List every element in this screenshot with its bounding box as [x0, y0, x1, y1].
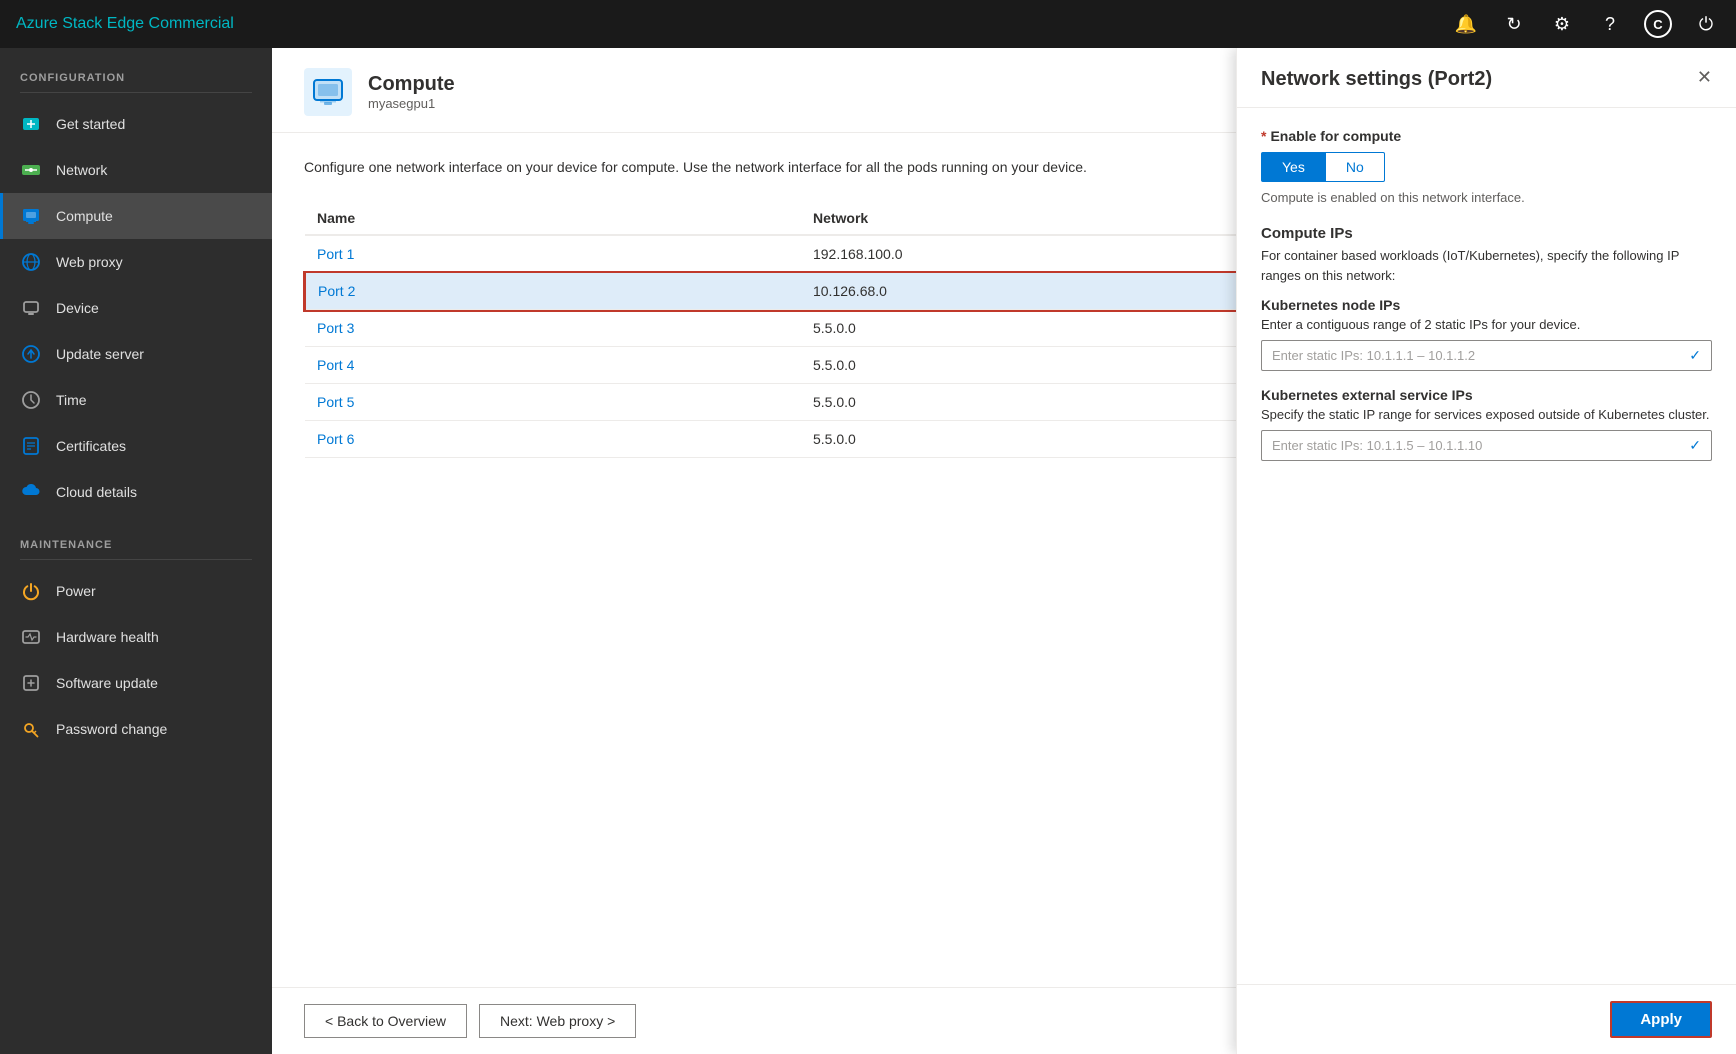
sidebar-item-certificates[interactable]: Certificates — [0, 423, 272, 469]
update-server-icon — [20, 343, 42, 365]
sidebar-item-update-server[interactable]: Update server — [0, 331, 272, 377]
side-panel-header: Network settings (Port2) ✕ — [1237, 48, 1736, 108]
next-web-proxy-button[interactable]: Next: Web proxy > — [479, 1004, 636, 1038]
port-4-name: Port 4 — [305, 347, 801, 384]
app-title: Azure Stack Edge Commercial — [16, 15, 1452, 33]
sidebar-label-web-proxy: Web proxy — [56, 254, 123, 270]
sidebar-item-device[interactable]: Device — [0, 285, 272, 331]
k8s-ext-check: ✓ — [1689, 437, 1701, 454]
k8s-node-title: Kubernetes node IPs — [1261, 297, 1712, 313]
get-started-icon — [20, 113, 42, 135]
side-panel-body: * Enable for compute Yes No Compute is e… — [1237, 108, 1736, 984]
enable-compute-label: * Enable for compute — [1261, 128, 1712, 144]
k8s-ext-input-wrapper[interactable]: Enter static IPs: 10.1.1.5 – 10.1.1.10 ✓ — [1261, 430, 1712, 461]
topbar-icons: 🔔 ↻ ⚙ ? C ⏻ — [1452, 10, 1720, 38]
side-panel-footer: Apply — [1237, 985, 1736, 1054]
port-6-name: Port 6 — [305, 421, 801, 458]
hw-icon — [20, 626, 42, 648]
k8s-node-placeholder: Enter static IPs: 10.1.1.1 – 10.1.1.2 — [1272, 348, 1689, 363]
toggle-group: Yes No — [1261, 152, 1712, 182]
software-update-icon — [20, 672, 42, 694]
back-to-overview-button[interactable]: < Back to Overview — [304, 1004, 467, 1038]
enabled-hint: Compute is enabled on this network inter… — [1261, 190, 1712, 205]
main-layout: CONFIGURATION Get started Network Comput… — [0, 48, 1736, 1054]
side-panel-title: Network settings (Port2) — [1261, 68, 1492, 91]
help-icon[interactable]: ? — [1596, 10, 1624, 38]
k8s-ext-title: Kubernetes external service IPs — [1261, 387, 1712, 403]
sidebar-item-compute[interactable]: Compute — [0, 193, 272, 239]
gear-icon[interactable]: ⚙ — [1548, 10, 1576, 38]
port-3-name: Port 3 — [305, 310, 801, 347]
required-star: * — [1261, 128, 1266, 144]
enable-compute-group: * Enable for compute Yes No Compute is e… — [1261, 128, 1712, 205]
sidebar-label-software-update: Software update — [56, 675, 158, 691]
content-area: Compute myasegpu1 Configure one network … — [272, 48, 1736, 1054]
compute-icon — [20, 205, 42, 227]
sidebar-label-cloud-details: Cloud details — [56, 484, 137, 500]
power-icon[interactable]: ⏻ — [1692, 10, 1720, 38]
sidebar-label-network: Network — [56, 162, 107, 178]
k8s-ext-placeholder: Enter static IPs: 10.1.1.5 – 10.1.1.10 — [1272, 438, 1689, 453]
page-header-text: Compute myasegpu1 — [368, 73, 455, 111]
page-subtitle: myasegpu1 — [368, 96, 455, 111]
page-title: Compute — [368, 73, 455, 96]
sidebar-label-compute: Compute — [56, 208, 113, 224]
side-panel: Network settings (Port2) ✕ * Enable for … — [1236, 48, 1736, 1054]
k8s-node-input-wrapper[interactable]: Enter static IPs: 10.1.1.1 – 10.1.1.2 ✓ — [1261, 340, 1712, 371]
network-icon — [20, 159, 42, 181]
refresh-icon[interactable]: ↻ — [1500, 10, 1528, 38]
sidebar-label-hardware-health: Hardware health — [56, 629, 159, 645]
cloud-icon — [20, 481, 42, 503]
sidebar-item-power[interactable]: Power — [0, 568, 272, 614]
apply-button[interactable]: Apply — [1610, 1001, 1712, 1038]
yes-button[interactable]: Yes — [1261, 152, 1326, 182]
port-2-name: Port 2 — [305, 273, 801, 310]
cert-icon — [20, 435, 42, 457]
user-icon[interactable]: C — [1644, 10, 1672, 38]
sidebar-label-time: Time — [56, 392, 87, 408]
sidebar-item-software-update[interactable]: Software update — [0, 660, 272, 706]
compute-ips-group: Compute IPs For container based workload… — [1261, 225, 1712, 461]
sidebar-item-network[interactable]: Network — [0, 147, 272, 193]
col-name: Name — [305, 202, 801, 235]
maintenance-divider — [20, 559, 252, 560]
k8s-ext-desc: Specify the static IP range for services… — [1261, 407, 1712, 422]
topbar: Azure Stack Edge Commercial 🔔 ↻ ⚙ ? C ⏻ — [0, 0, 1736, 48]
page-header-icon — [304, 68, 352, 116]
port-5-name: Port 5 — [305, 384, 801, 421]
sidebar-label-device: Device — [56, 300, 99, 316]
compute-ips-desc: For container based workloads (IoT/Kuber… — [1261, 246, 1712, 285]
maintenance-section-label: MAINTENANCE — [0, 515, 272, 559]
clock-icon — [20, 389, 42, 411]
sidebar-item-time[interactable]: Time — [0, 377, 272, 423]
sidebar-item-get-started[interactable]: Get started — [0, 101, 272, 147]
close-button[interactable]: ✕ — [1697, 68, 1712, 86]
key-icon — [20, 718, 42, 740]
sidebar-item-web-proxy[interactable]: Web proxy — [0, 239, 272, 285]
k8s-node-check: ✓ — [1689, 347, 1701, 364]
sidebar-label-certificates: Certificates — [56, 438, 126, 454]
port-1-name: Port 1 — [305, 235, 801, 273]
config-divider — [20, 92, 252, 93]
globe-icon — [20, 251, 42, 273]
sidebar-label-power: Power — [56, 583, 96, 599]
bell-icon[interactable]: 🔔 — [1452, 10, 1480, 38]
power-sidebar-icon — [20, 580, 42, 602]
device-icon — [20, 297, 42, 319]
k8s-node-desc: Enter a contiguous range of 2 static IPs… — [1261, 317, 1712, 332]
config-section-label: CONFIGURATION — [0, 48, 272, 92]
sidebar-item-cloud-details[interactable]: Cloud details — [0, 469, 272, 515]
sidebar-label-update-server: Update server — [56, 346, 144, 362]
sidebar-label-get-started: Get started — [56, 116, 125, 132]
sidebar-item-hardware-health[interactable]: Hardware health — [0, 614, 272, 660]
sidebar: CONFIGURATION Get started Network Comput… — [0, 48, 272, 1054]
compute-ips-title: Compute IPs — [1261, 225, 1712, 242]
sidebar-label-password-change: Password change — [56, 721, 167, 737]
no-button[interactable]: No — [1326, 152, 1385, 182]
sidebar-item-password-change[interactable]: Password change — [0, 706, 272, 752]
